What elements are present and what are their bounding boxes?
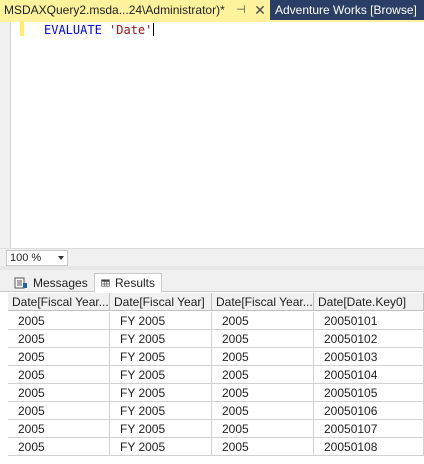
pin-icon[interactable]: ⊣: [234, 2, 248, 18]
grid-cell[interactable]: 2005: [8, 330, 110, 348]
table-row[interactable]: 2005 FY 2005 2005 20050103: [8, 348, 424, 366]
table-name-literal: 'Date': [109, 23, 153, 37]
grid-cell[interactable]: 2005: [8, 420, 110, 438]
results-grid[interactable]: Date[Fiscal Year... Date[Fiscal Year] Da…: [8, 293, 424, 464]
grid-cell[interactable]: 2005: [8, 348, 110, 366]
grid-cell[interactable]: FY 2005: [110, 420, 212, 438]
grid-cell[interactable]: FY 2005: [110, 348, 212, 366]
grid-cell[interactable]: 20050101: [314, 312, 424, 330]
grid-header-row: Date[Fiscal Year... Date[Fiscal Year] Da…: [8, 293, 424, 311]
grid-cell[interactable]: FY 2005: [110, 366, 212, 384]
tab-adventure-works-browse[interactable]: Adventure Works [Browse]: [272, 0, 424, 20]
column-header[interactable]: Date[Fiscal Year...: [8, 293, 110, 311]
editor-zoom-bar: 100 %: [0, 248, 424, 266]
change-indicator-bar: [20, 22, 24, 36]
tab-query-editor[interactable]: MSDAXQuery2.msda...24\Administrator)* ⊣ …: [0, 0, 270, 20]
grid-cell[interactable]: 20050102: [314, 330, 424, 348]
results-grid-icon: [101, 278, 110, 287]
grid-cell[interactable]: 2005: [8, 438, 110, 456]
grid-cell[interactable]: 2005: [8, 402, 110, 420]
grid-cell[interactable]: 2005: [212, 420, 314, 438]
grid-cell[interactable]: FY 2005: [110, 438, 212, 456]
grid-cell[interactable]: 20050105: [314, 384, 424, 402]
editor-gutter-divider: [10, 22, 11, 248]
grid-cell[interactable]: FY 2005: [110, 384, 212, 402]
grid-cell[interactable]: 2005: [212, 366, 314, 384]
document-tab-strip: MSDAXQuery2.msda...24\Administrator)* ⊣ …: [0, 0, 424, 20]
grid-cell[interactable]: 20050104: [314, 366, 424, 384]
tab-results-label: Results: [114, 275, 155, 290]
result-tab-bar: Messages Results: [0, 270, 424, 292]
grid-cell[interactable]: 20050103: [314, 348, 424, 366]
close-icon[interactable]: ✕: [253, 2, 267, 18]
grid-cell[interactable]: 20050107: [314, 420, 424, 438]
table-row[interactable]: 2005 FY 2005 2005 20050105: [8, 384, 424, 402]
evaluate-keyword: EVALUATE: [44, 23, 102, 37]
tab-messages[interactable]: Messages: [8, 273, 94, 292]
grid-cell[interactable]: FY 2005: [110, 402, 212, 420]
grid-cell[interactable]: 2005: [212, 348, 314, 366]
grid-cell[interactable]: 20050108: [314, 438, 424, 456]
chevron-down-icon: [58, 256, 64, 260]
editor-horizontal-scrollbar[interactable]: [72, 250, 424, 266]
query-editor[interactable]: EVALUATE 'Date': [0, 22, 424, 248]
grid-cell[interactable]: 2005: [8, 366, 110, 384]
grid-cell[interactable]: FY 2005: [110, 330, 212, 348]
table-row[interactable]: 2005 FY 2005 2005 20050104: [8, 366, 424, 384]
tab-messages-label: Messages: [33, 275, 88, 290]
grid-cell[interactable]: 2005: [212, 402, 314, 420]
table-row[interactable]: 2005 FY 2005 2005 20050102: [8, 330, 424, 348]
table-row[interactable]: 2005 FY 2005 2005 20050101: [8, 312, 424, 330]
tab-query-editor-title: MSDAXQuery2.msda...24\Administrator)*: [4, 3, 225, 17]
editor-gutter: [0, 22, 10, 248]
column-header[interactable]: Date[Date.Key0]: [314, 293, 424, 311]
grid-cell[interactable]: 20050106: [314, 402, 424, 420]
table-row[interactable]: 2005 FY 2005 2005 20050106: [8, 402, 424, 420]
grid-cell[interactable]: 2005: [212, 312, 314, 330]
messages-icon: [14, 277, 27, 288]
text-caret: [153, 23, 155, 36]
column-header[interactable]: Date[Fiscal Year]: [110, 293, 212, 311]
tab-adventure-works-title: Adventure Works [Browse]: [275, 3, 417, 17]
table-row[interactable]: 2005 FY 2005 2005 20050107: [8, 420, 424, 438]
grid-cell[interactable]: 2005: [8, 312, 110, 330]
grid-cell[interactable]: 2005: [8, 384, 110, 402]
zoom-dropdown[interactable]: 100 %: [6, 250, 68, 266]
table-row[interactable]: 2005 FY 2005 2005 20050108: [8, 438, 424, 456]
column-header[interactable]: Date[Fiscal Year...: [212, 293, 314, 311]
grid-cell[interactable]: 2005: [212, 330, 314, 348]
grid-cell[interactable]: 2005: [212, 384, 314, 402]
zoom-value: 100 %: [10, 252, 42, 264]
grid-cell[interactable]: 2005: [212, 438, 314, 456]
code-line-1[interactable]: EVALUATE 'Date': [44, 22, 155, 38]
grid-cell[interactable]: FY 2005: [110, 312, 212, 330]
tab-results[interactable]: Results: [94, 273, 162, 292]
